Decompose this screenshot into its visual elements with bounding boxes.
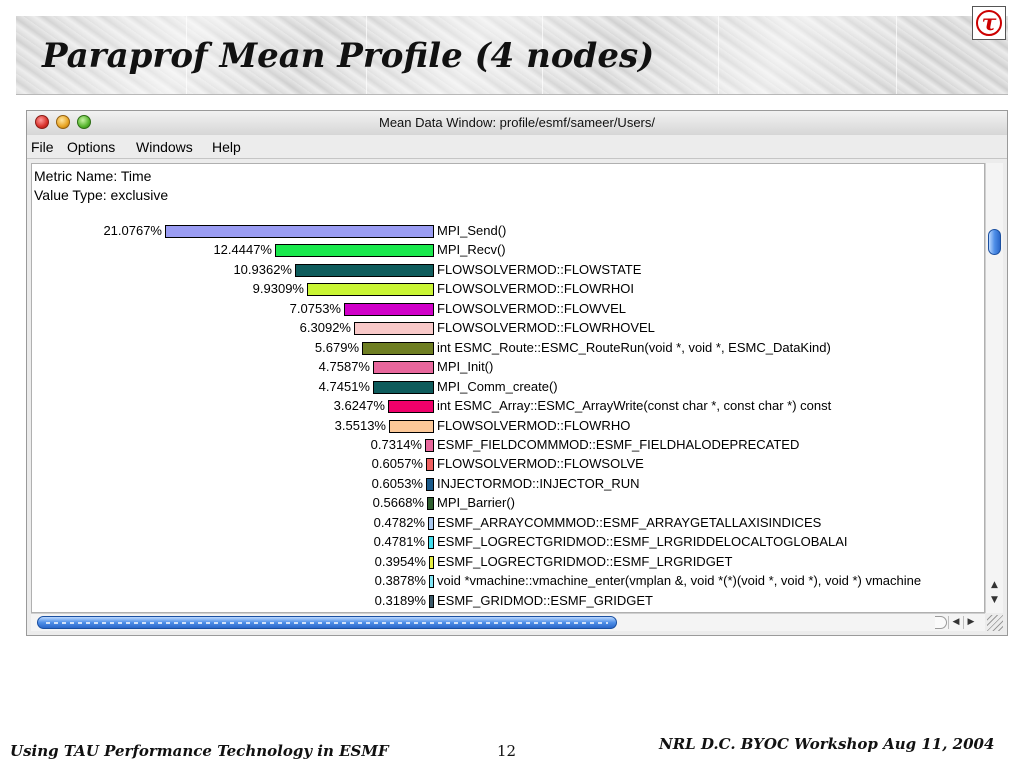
row-function-name[interactable]: MPI_Init() xyxy=(437,359,493,374)
row-bar[interactable] xyxy=(373,381,434,394)
window-titlebar[interactable]: Mean Data Window: profile/esmf/sameer/Us… xyxy=(27,111,1007,136)
row-bar[interactable] xyxy=(429,595,434,608)
row-function-name[interactable]: FLOWSOLVERMOD::FLOWRHO xyxy=(437,418,630,433)
horizontal-scroll-thumb[interactable] xyxy=(37,616,617,629)
row-bar[interactable] xyxy=(344,303,434,316)
row-bar[interactable] xyxy=(426,478,434,491)
value-type-label: Value Type: exclusive xyxy=(34,187,169,203)
row-function-name[interactable]: ESMF_GRIDMOD::ESMF_GRIDGET xyxy=(437,593,653,608)
menu-file[interactable]: File xyxy=(31,139,54,155)
row-function-name[interactable]: ESMF_LOGRECTGRIDMOD::ESMF_LRGRIDDELOCALT… xyxy=(437,534,848,549)
row-bar[interactable] xyxy=(425,439,434,452)
slide-number: 12 xyxy=(497,742,517,760)
row-bar[interactable] xyxy=(307,283,434,296)
row-bar[interactable] xyxy=(389,420,434,433)
banner-seam xyxy=(896,16,897,94)
row-function-name[interactable]: FLOWSOLVERMOD::FLOWRHOI xyxy=(437,281,634,296)
horizontal-track-end xyxy=(935,616,947,629)
row-function-name[interactable]: ESMF_ARRAYCOMMMOD::ESMF_ARRAYGETALLAXISI… xyxy=(437,515,821,530)
row-percent: 7.0753% xyxy=(289,301,341,316)
menu-options[interactable]: Options xyxy=(67,139,115,155)
row-function-name[interactable]: MPI_Comm_create() xyxy=(437,379,558,394)
row-function-name[interactable]: FLOWSOLVERMOD::FLOWRHOVEL xyxy=(437,320,655,335)
banner-seam xyxy=(718,16,719,94)
row-bar[interactable] xyxy=(165,225,434,238)
row-percent: 0.5668% xyxy=(372,495,424,510)
vertical-scrollbar[interactable]: ▲ ▼ xyxy=(985,163,1003,613)
row-bar[interactable] xyxy=(426,458,434,471)
tau-logo: τ xyxy=(972,6,1006,40)
row-function-name[interactable]: FLOWSOLVERMOD::FLOWSTATE xyxy=(437,262,641,277)
row-percent: 0.3189% xyxy=(374,593,426,608)
row-percent: 10.9362% xyxy=(233,262,292,277)
row-bar[interactable] xyxy=(354,322,434,335)
row-bar[interactable] xyxy=(388,400,434,413)
row-bar[interactable] xyxy=(295,264,434,277)
row-percent: 4.7451% xyxy=(318,379,370,394)
resize-grip-icon[interactable] xyxy=(987,615,1003,631)
row-function-name[interactable]: int ESMC_Array::ESMC_ArrayWrite(const ch… xyxy=(437,398,831,413)
row-percent: 0.4782% xyxy=(373,515,425,530)
row-percent: 0.3878% xyxy=(374,573,426,588)
row-percent: 3.6247% xyxy=(333,398,385,413)
row-percent: 12.4447% xyxy=(213,242,272,257)
row-function-name[interactable]: FLOWSOLVERMOD::FLOWVEL xyxy=(437,301,626,316)
menu-help[interactable]: Help xyxy=(212,139,241,155)
row-percent: 4.7587% xyxy=(318,359,370,374)
row-function-name[interactable]: MPI_Recv() xyxy=(437,242,506,257)
scroll-left-arrow-icon[interactable]: ◀ xyxy=(948,616,963,629)
mean-data-window: Mean Data Window: profile/esmf/sameer/Us… xyxy=(26,110,1008,636)
row-function-name[interactable]: MPI_Barrier() xyxy=(437,495,515,510)
row-bar[interactable] xyxy=(429,556,434,569)
footer-right-text: NRL D.C. BYOC Workshop Aug 11, 2004 xyxy=(659,735,995,753)
row-percent: 0.3954% xyxy=(374,554,426,569)
metric-name-label: Metric Name: Time xyxy=(34,168,152,184)
row-bar[interactable] xyxy=(373,361,434,374)
row-bar[interactable] xyxy=(275,244,434,257)
row-percent: 0.4781% xyxy=(373,534,425,549)
slide-title: Paraprof Mean Profile (4 nodes) xyxy=(42,36,655,76)
horizontal-scrollbar[interactable]: ◀ ▶ xyxy=(31,613,985,631)
row-function-name[interactable]: ESMF_FIELDCOMMMOD::ESMF_FIELDHALODEPRECA… xyxy=(437,437,799,452)
row-percent: 5.679% xyxy=(314,340,359,355)
scroll-up-arrow-icon[interactable]: ▲ xyxy=(988,579,1001,592)
row-percent: 6.3092% xyxy=(299,320,351,335)
vertical-scroll-thumb[interactable] xyxy=(988,229,1001,255)
row-function-name[interactable]: void *vmachine::vmachine_enter(vmplan &,… xyxy=(437,573,921,588)
footer-left-text: Using TAU Performance Technology in ESMF xyxy=(10,742,389,760)
row-bar[interactable] xyxy=(429,575,434,588)
row-function-name[interactable]: MPI_Send() xyxy=(437,223,506,238)
row-function-name[interactable]: ESMF_LOGRECTGRIDMOD::ESMF_LRGRIDGET xyxy=(437,554,732,569)
profile-panel: Metric Name: Time Value Type: exclusive … xyxy=(31,163,985,613)
row-percent: 21.0767% xyxy=(103,223,162,238)
row-function-name[interactable]: FLOWSOLVERMOD::FLOWSOLVE xyxy=(437,456,644,471)
tau-logo-glyph: τ xyxy=(981,10,997,36)
menu-bar: File Options Windows Help xyxy=(27,135,1007,159)
row-percent: 9.9309% xyxy=(252,281,304,296)
row-bar[interactable] xyxy=(428,536,434,549)
window-title: Mean Data Window: profile/esmf/sameer/Us… xyxy=(379,115,655,130)
scroll-right-arrow-icon[interactable]: ▶ xyxy=(963,616,978,629)
row-function-name[interactable]: int ESMC_Route::ESMC_RouteRun(void *, vo… xyxy=(437,340,831,355)
row-percent: 0.6057% xyxy=(371,456,423,471)
scroll-down-arrow-icon[interactable]: ▼ xyxy=(988,594,1001,607)
row-percent: 0.7314% xyxy=(370,437,422,452)
row-bar[interactable] xyxy=(362,342,434,355)
row-function-name[interactable]: INJECTORMOD::INJECTOR_RUN xyxy=(437,476,639,491)
row-bar[interactable] xyxy=(428,517,434,530)
row-bar[interactable] xyxy=(427,497,434,510)
row-percent: 3.5513% xyxy=(334,418,386,433)
row-percent: 0.6053% xyxy=(371,476,423,491)
menu-windows[interactable]: Windows xyxy=(136,139,193,155)
